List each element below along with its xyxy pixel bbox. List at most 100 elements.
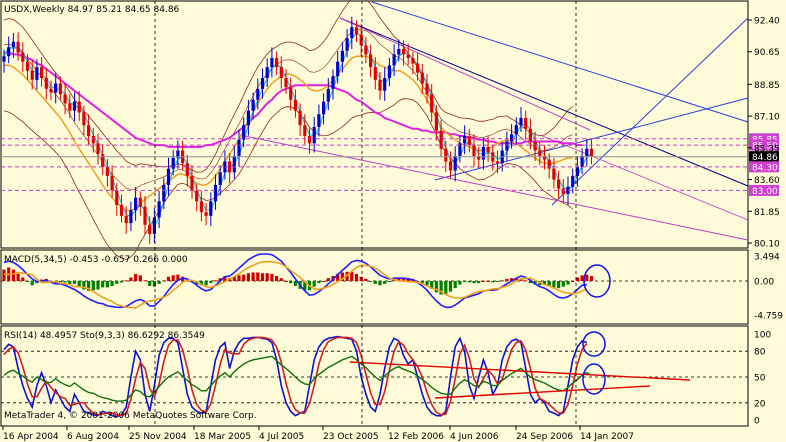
candle-body: [115, 190, 119, 205]
price-axis-label: 83.60: [754, 176, 780, 186]
macd-histogram-bar: [72, 281, 77, 284]
date-label: 25 Nov 2004: [129, 432, 187, 442]
macd-axis-label: -4.759: [754, 311, 783, 321]
candle-body: [472, 145, 476, 156]
macd-histogram-bar: [317, 281, 321, 284]
macd-histogram-bar: [162, 280, 166, 282]
candle-body: [336, 61, 340, 77]
candle-body: [72, 101, 77, 111]
candle-body: [293, 99, 297, 111]
candle-body: [453, 155, 457, 171]
macd-histogram-bar: [110, 281, 114, 286]
macd-histogram-bar: [260, 273, 265, 281]
candle-body: [401, 49, 406, 55]
candle-body: [528, 128, 532, 142]
candle-body: [561, 188, 565, 195]
macd-histogram-bar: [312, 281, 316, 287]
candle-body: [232, 155, 236, 173]
candle-body: [44, 78, 48, 89]
candle-body: [420, 72, 424, 84]
candle-body: [448, 161, 453, 171]
macd-histogram-bar: [383, 281, 387, 284]
candle-body: [40, 67, 44, 79]
candle-body: [105, 166, 109, 176]
macd-histogram-bar: [242, 274, 246, 281]
candle-body: [383, 78, 387, 91]
candle-body: [538, 150, 542, 156]
candle-body: [195, 190, 199, 202]
macd-histogram-bar: [16, 273, 20, 281]
macd-axis-label: 0.00: [754, 278, 774, 288]
macd-histogram-bar: [171, 275, 175, 281]
date-label: 12 Feb 2006: [388, 432, 444, 442]
candle-body: [416, 63, 420, 73]
candle-body: [275, 58, 279, 68]
macd-histogram-bar: [453, 281, 457, 289]
macd-histogram-bar: [566, 281, 570, 285]
candle-body: [345, 38, 349, 51]
candle-body: [312, 126, 316, 144]
candle-body: [30, 70, 34, 80]
rsi-axis-label: 80: [754, 348, 766, 358]
macd-histogram-bar: [129, 277, 133, 281]
candle-body: [439, 130, 443, 149]
macd-histogram-bar: [270, 273, 274, 281]
date-label: 6 Aug 2004: [67, 432, 119, 442]
candle-body: [101, 154, 105, 167]
candle-body: [82, 112, 86, 126]
macd-histogram-bar: [326, 278, 330, 281]
copyright-text: MetaTrader 4, © 2001-2006 MetaQuotes Sof…: [4, 411, 257, 421]
macd-histogram-bar: [472, 281, 476, 284]
macd-histogram-bar: [157, 281, 161, 284]
macd-histogram-bar: [552, 281, 556, 288]
candle-body: [143, 206, 147, 225]
macd-histogram-bar: [289, 281, 293, 284]
macd-histogram-bar: [491, 281, 495, 283]
rsi-axis-label: 20: [754, 399, 766, 409]
candle-body: [387, 65, 391, 79]
candle-body: [124, 215, 128, 224]
date-label: 14 Jan 2007: [580, 432, 634, 442]
rsi-axis-label: 100: [754, 331, 771, 341]
candle-body: [533, 141, 537, 151]
candle-body: [519, 117, 523, 126]
candle-body: [284, 78, 288, 88]
candle-body: [481, 146, 485, 160]
chart-window: 85.8585.5084.8684.3083.00 16 Apr 20046 A…: [0, 0, 786, 442]
macd-histogram-bar: [585, 274, 589, 281]
macd-histogram-bar: [256, 272, 260, 281]
candle-body: [119, 204, 124, 216]
price-axis-label: 92.40: [754, 17, 780, 27]
candle-body: [213, 184, 218, 202]
macd-histogram-bar: [477, 281, 481, 284]
candle-body: [524, 117, 528, 129]
date-label: 23 Oct 2005: [323, 432, 379, 442]
chart-canvas: 85.8585.5084.8684.3083.00 16 Apr 20046 A…: [0, 0, 783, 442]
candle-body: [326, 88, 330, 102]
date-label: 16 Apr 2004: [3, 432, 59, 442]
candle-body: [265, 67, 269, 79]
macd-histogram-bar: [448, 281, 453, 292]
candle-body: [279, 67, 283, 79]
macd-histogram-bar: [322, 281, 326, 282]
candle-body: [218, 172, 222, 185]
macd-histogram-bar: [486, 281, 490, 282]
macd-histogram-bar: [373, 281, 377, 284]
macd-histogram-bar: [105, 281, 109, 288]
candle-body: [49, 88, 53, 93]
macd-histogram-bar: [213, 280, 218, 282]
candle-body: [495, 161, 500, 164]
macd-histogram-bar: [505, 278, 509, 281]
candle-body: [571, 175, 575, 187]
macd-histogram-bar: [481, 281, 485, 282]
price-axis-label: 80.10: [754, 240, 780, 250]
date-label: 4 Jun 2006: [450, 432, 499, 442]
macd-histogram-bar: [25, 281, 30, 282]
candle-body: [209, 201, 213, 216]
macd-histogram-bar: [68, 281, 72, 284]
macd-histogram-bar: [589, 276, 594, 281]
macd-histogram-bar: [444, 281, 448, 294]
candle-body: [260, 78, 265, 89]
price-tag-label: 84.30: [752, 163, 778, 173]
macd-histogram-bar: [354, 273, 359, 281]
